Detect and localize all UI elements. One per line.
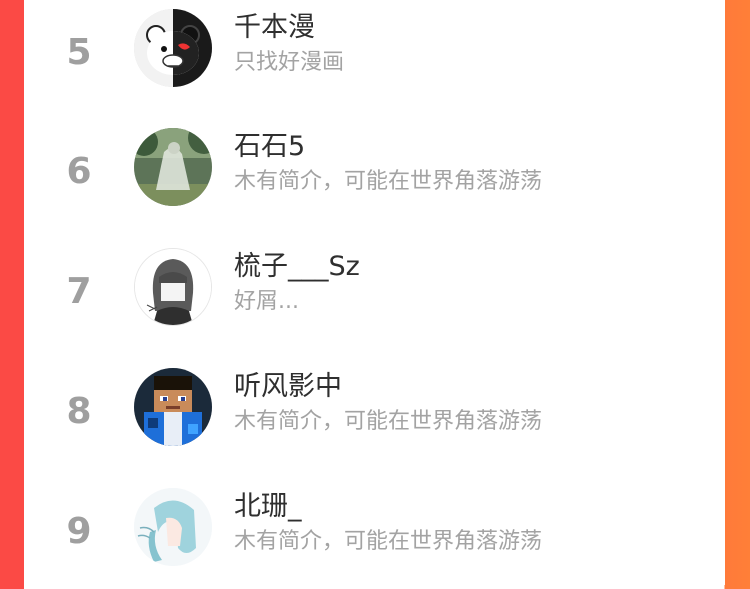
list-item[interactable]: 8 听风影中 木有简介，可能在世界角落游荡	[24, 359, 725, 469]
user-name: 千本漫	[234, 12, 315, 43]
rank-number: 8	[66, 391, 92, 432]
user-bio: 木有简介，可能在世界角落游荡	[234, 169, 543, 194]
ranking-list: 5 千本漫 只找好漫画 6 石石5 木有简介，可能在世界角落游荡 7 梳子___…	[24, 0, 725, 585]
monokuma-avatar-icon[interactable]	[134, 9, 212, 87]
anime-girl-avatar-icon[interactable]	[134, 488, 212, 566]
user-name: 听风影中	[234, 371, 342, 402]
rank-number: 9	[66, 511, 92, 552]
user-name: 北珊_	[234, 491, 302, 522]
user-bio: 好屑...	[234, 289, 299, 314]
rank-number: 5	[66, 32, 92, 73]
pixel-character-avatar-icon[interactable]	[134, 368, 212, 446]
list-item[interactable]: 6 石石5 木有简介，可能在世界角落游荡	[24, 119, 725, 229]
user-bio: 木有简介，可能在世界角落游荡	[234, 529, 543, 554]
forest-girl-avatar-icon[interactable]	[134, 128, 212, 206]
user-bio: 木有简介，可能在世界角落游荡	[234, 409, 543, 434]
rank-number: 6	[66, 151, 92, 192]
list-item[interactable]: 9 北珊_ 木有简介，可能在世界角落游荡	[24, 479, 725, 589]
list-item[interactable]: 5 千本漫 只找好漫画	[24, 0, 725, 110]
list-item[interactable]: 7 梳子___Sz 好屑...	[24, 239, 725, 349]
user-name: 石石5	[234, 131, 306, 162]
rank-number: 7	[66, 271, 92, 312]
sketch-girl-avatar-icon[interactable]	[134, 248, 212, 326]
user-bio: 只找好漫画	[234, 50, 345, 75]
user-name: 梳子___Sz	[234, 251, 360, 282]
